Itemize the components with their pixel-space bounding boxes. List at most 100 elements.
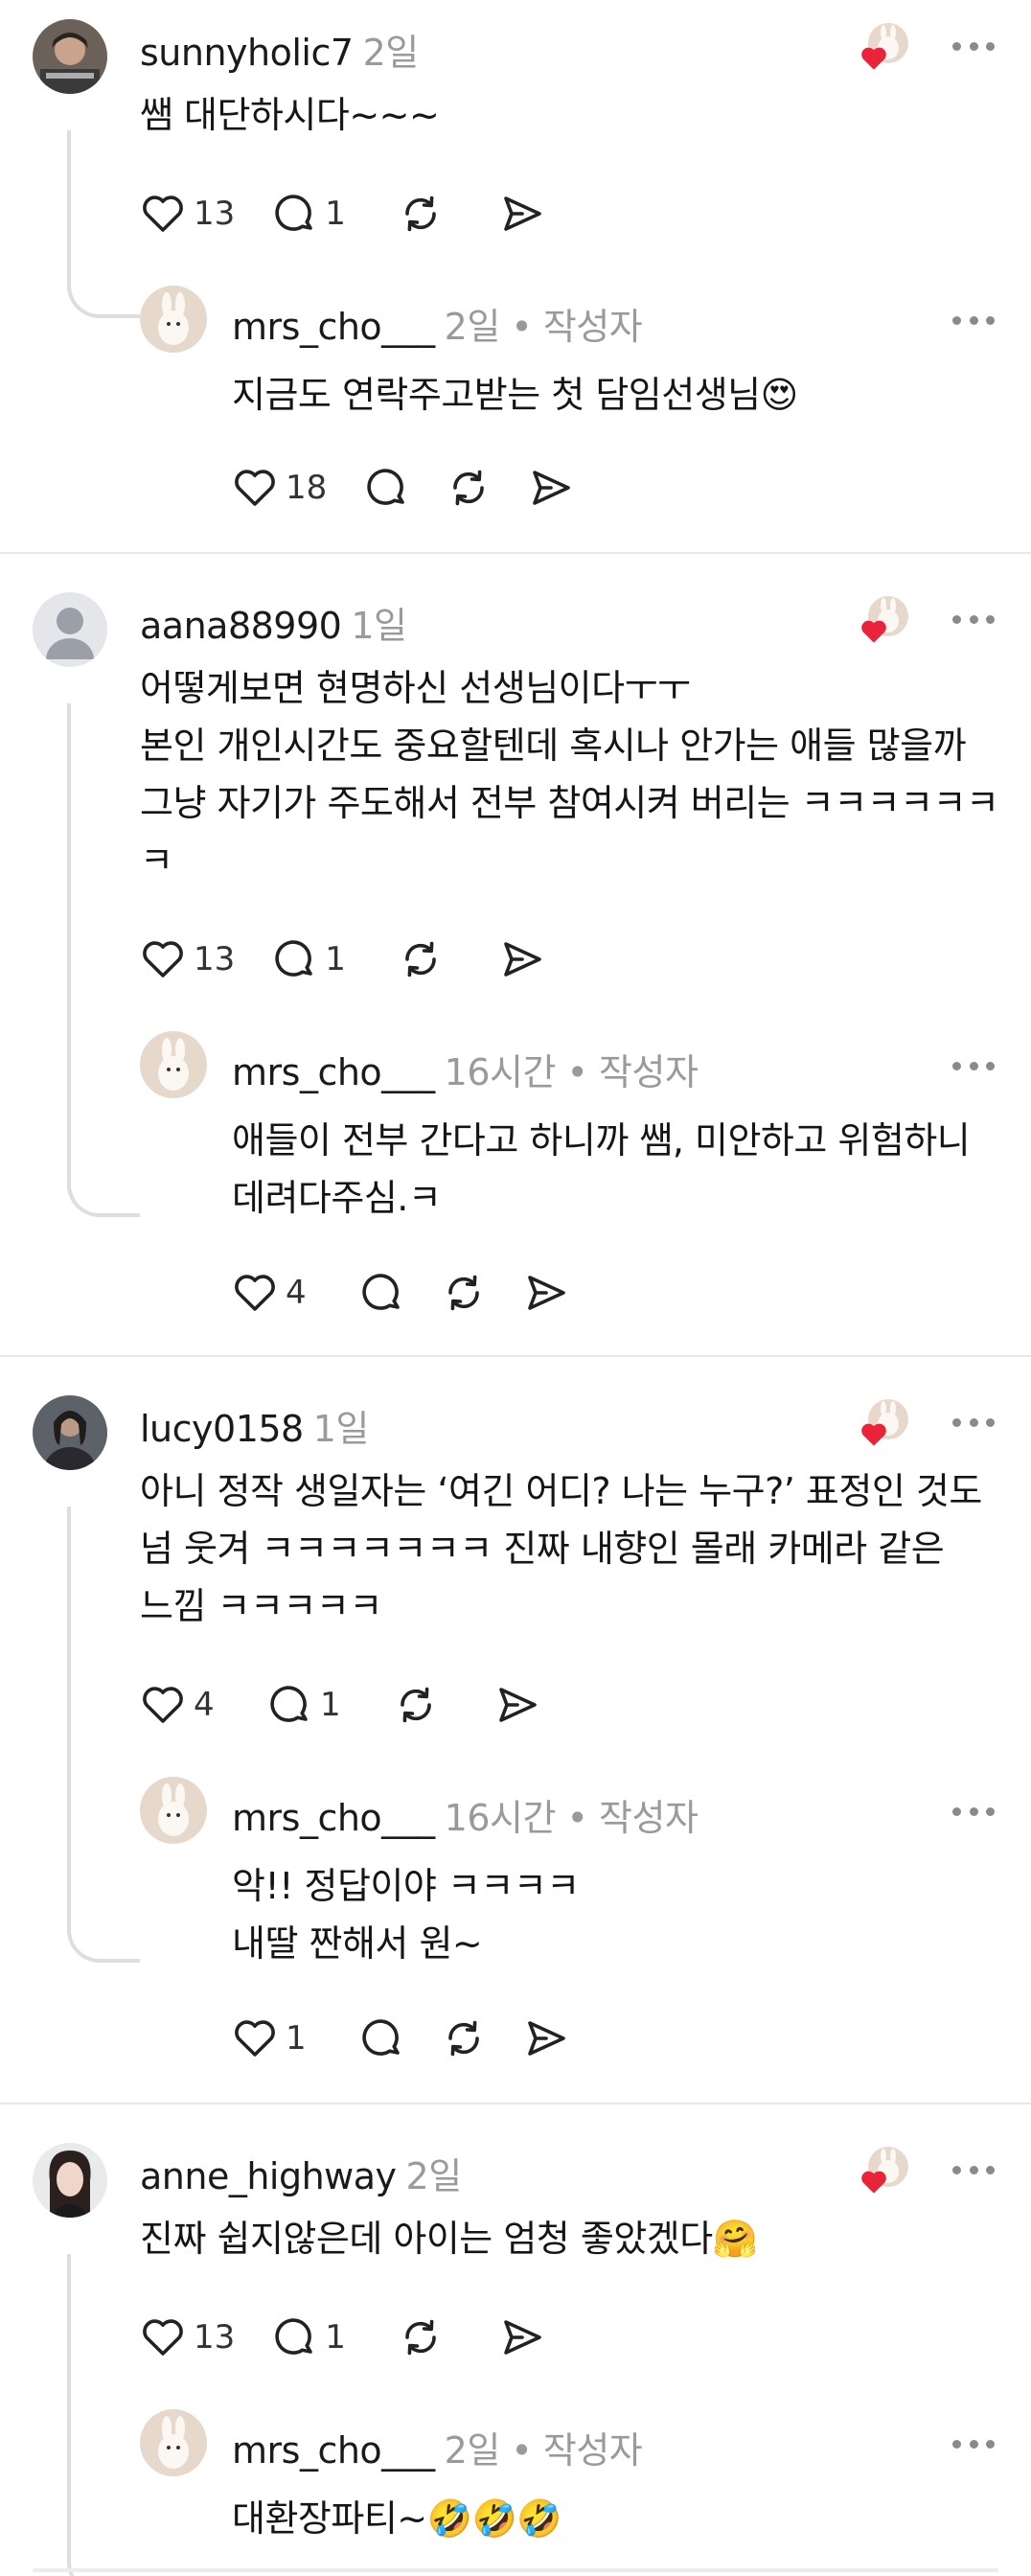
avatar[interactable]: [140, 1031, 207, 1098]
reply-actions: 18: [232, 464, 610, 512]
reply-count: 1: [325, 2318, 346, 2357]
more-dots-icon[interactable]: [952, 40, 995, 52]
reply-text: 지금도 연락주고받는 첫 담임선생님😍: [232, 374, 798, 416]
comment-time: 2일: [405, 2155, 463, 2197]
more-dots-icon[interactable]: [952, 1060, 995, 1071]
repost-button[interactable]: [398, 191, 444, 237]
repost-icon: [401, 1687, 431, 1723]
reply-username[interactable]: mrs_cho___ 2일 • 작성자: [232, 2421, 643, 2473]
reply-meta: 2일 • 작성자: [444, 306, 643, 348]
heart-outline-icon: [143, 941, 183, 978]
reply-button[interactable]: 1: [271, 2314, 361, 2360]
share-button[interactable]: [523, 1270, 569, 1316]
like-button[interactable]: 1: [232, 2015, 322, 2061]
share-button[interactable]: [499, 2314, 545, 2360]
send-icon: [528, 2021, 565, 2056]
repost-button[interactable]: [393, 1682, 439, 1728]
speech-bubble-icon: [275, 195, 313, 231]
reply-button[interactable]: 1: [266, 1682, 356, 1728]
comment-username[interactable]: lucy0158 1일: [140, 1399, 369, 1452]
like-button[interactable]: 13: [140, 2314, 235, 2360]
speech-bubble-icon: [362, 2019, 400, 2056]
comment-text: 아니 정작 생일자는 ‘여긴 어디? 나는 누구?’ 표정인 것도 넘 웃겨 ㅋ…: [140, 1470, 982, 1627]
author-liked-badge: [860, 1399, 908, 1447]
repost-icon: [448, 2020, 479, 2057]
author-liked-badge: [860, 596, 908, 644]
like-button[interactable]: 4: [140, 1682, 230, 1728]
share-button[interactable]: [494, 1682, 540, 1728]
thread-divider: [0, 552, 1031, 554]
repost-button[interactable]: [398, 2314, 444, 2360]
reply-button[interactable]: 1: [271, 936, 361, 982]
heart-outline-icon: [235, 2020, 275, 2057]
repost-button[interactable]: [441, 2015, 487, 2061]
reply-meta: 16시간 • 작성자: [444, 1797, 699, 1839]
more-dots-icon[interactable]: [952, 1806, 995, 1817]
like-count: 13: [194, 940, 236, 978]
like-count: 13: [194, 2318, 236, 2357]
like-button[interactable]: 4: [232, 1270, 322, 1316]
share-button[interactable]: [528, 465, 574, 511]
send-icon: [504, 196, 542, 231]
more-dots-icon[interactable]: [952, 613, 995, 625]
repost-icon: [448, 1275, 479, 1311]
like-count: 1: [286, 2019, 307, 2058]
reply-button[interactable]: [358, 2015, 404, 2061]
thread-connector: [67, 703, 140, 1217]
comment-text: 쌤 대단하시다~~~: [140, 94, 440, 136]
comment-username[interactable]: sunnyholic7 2일: [140, 23, 419, 76]
avatar[interactable]: [33, 1395, 107, 1470]
reply-username[interactable]: mrs_cho___ 2일 • 작성자: [232, 297, 643, 350]
avatar[interactable]: [33, 592, 107, 667]
thread-divider: [0, 1355, 1031, 1357]
avatar[interactable]: [140, 2409, 207, 2476]
more-dots-icon[interactable]: [952, 2438, 995, 2450]
repost-button[interactable]: [446, 465, 492, 511]
heart-outline-icon: [235, 1275, 275, 1311]
comment-time: 2일: [362, 32, 420, 74]
heart-outline-icon: [235, 470, 275, 506]
speech-bubble-icon: [362, 1274, 400, 1310]
send-icon: [504, 2320, 542, 2355]
comment-actions: 13 1: [140, 190, 582, 238]
reply-button[interactable]: [358, 1270, 404, 1316]
share-button[interactable]: [499, 191, 545, 237]
more-dots-icon[interactable]: [952, 2164, 995, 2175]
repost-button[interactable]: [398, 936, 444, 982]
send-icon: [504, 942, 542, 977]
comment-username[interactable]: aana88990 1일: [140, 596, 407, 649]
send-icon: [528, 1276, 565, 1310]
more-dots-icon[interactable]: [952, 314, 995, 326]
reply-username[interactable]: mrs_cho___ 16시간 • 작성자: [232, 1043, 699, 1095]
send-icon: [499, 1688, 537, 1722]
like-button[interactable]: 18: [232, 465, 327, 511]
avatar[interactable]: [140, 286, 207, 353]
avatar[interactable]: [33, 2143, 107, 2218]
speech-bubble-icon: [275, 940, 313, 977]
repost-icon: [453, 470, 485, 506]
reply-button[interactable]: [363, 465, 409, 511]
avatar[interactable]: [33, 19, 107, 94]
reply-username[interactable]: mrs_cho___ 16시간 • 작성자: [232, 1788, 699, 1841]
like-button[interactable]: 13: [140, 191, 235, 237]
reply-button[interactable]: 1: [271, 191, 361, 237]
like-button[interactable]: 13: [140, 936, 235, 982]
reply-meta: 16시간 • 작성자: [444, 1051, 699, 1093]
reply-count: 1: [320, 1686, 341, 1724]
send-icon: [533, 471, 571, 505]
repost-button[interactable]: [441, 1270, 487, 1316]
reply-count: 1: [325, 195, 346, 233]
like-count: 18: [286, 469, 328, 507]
more-dots-icon[interactable]: [952, 1416, 995, 1428]
avatar[interactable]: [140, 1777, 207, 1844]
share-button[interactable]: [499, 936, 545, 982]
speech-bubble-icon: [367, 469, 405, 505]
share-button[interactable]: [523, 2015, 569, 2061]
thread-connector: [67, 1506, 140, 1963]
comment-time: 1일: [351, 605, 407, 647]
repost-icon: [405, 941, 437, 978]
reply-actions: 4: [232, 1269, 606, 1317]
comment-actions: 13 1: [140, 935, 582, 983]
comment-username[interactable]: anne_highway 2일: [140, 2147, 462, 2199]
reply-text: 애들이 전부 간다고 하니까 쌤, 미안하고 위험하니 데려다주심.ㅋ: [232, 1119, 971, 1219]
